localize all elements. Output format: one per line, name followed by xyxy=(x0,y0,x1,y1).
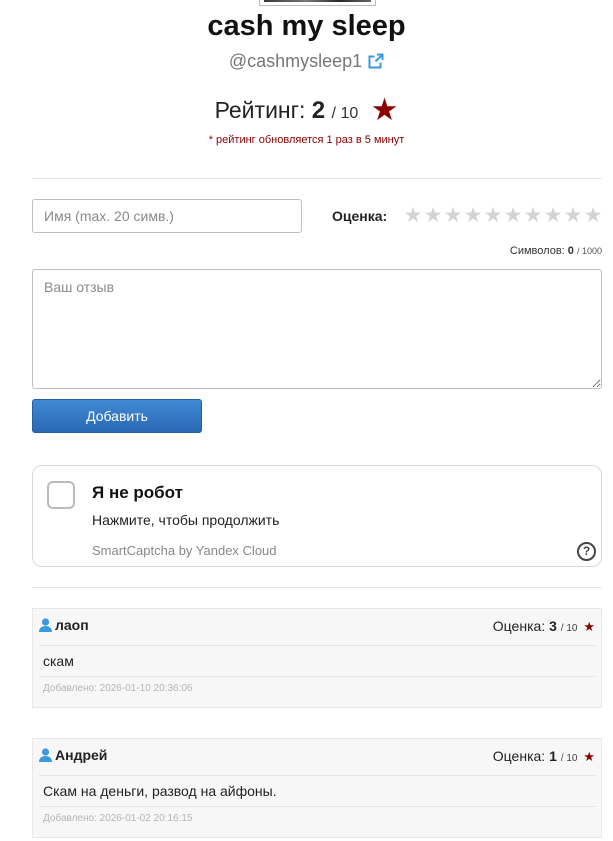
star-icon[interactable]: ★ xyxy=(463,204,483,228)
star-icon[interactable]: ★ xyxy=(583,204,603,228)
star-icon[interactable]: ★ xyxy=(503,204,523,228)
star-icon[interactable]: ★ xyxy=(443,204,463,228)
char-counter: Символов: 0 / 1000 xyxy=(510,245,602,257)
star-icon[interactable]: ★ xyxy=(423,204,443,228)
star-icon[interactable]: ★ xyxy=(523,204,543,228)
captcha-brand: SmartCaptcha by Yandex Cloud xyxy=(92,543,277,558)
review-textarea[interactable] xyxy=(32,269,602,389)
star-icon: ★ xyxy=(583,749,595,764)
captcha-title: Я не робот xyxy=(92,483,183,502)
rating-value: 2 xyxy=(311,97,326,124)
comment-score-max: / 10 xyxy=(560,753,578,764)
comment-card: Андрей Оценка: 1 / 10 ★ Скам на деньги, … xyxy=(32,738,602,838)
profile-avatar xyxy=(259,0,376,6)
captcha-subtitle: Нажмите, чтобы продолжить xyxy=(92,512,280,528)
comment-score-value: 1 xyxy=(549,748,557,764)
comment-separator xyxy=(39,645,595,646)
comment-score: Оценка: 1 / 10 ★ xyxy=(493,748,595,765)
smart-captcha: Я не робот Нажмите, чтобы продолжить Sma… xyxy=(32,465,602,567)
star-icon[interactable]: ★ xyxy=(543,204,563,228)
comment-author: Андрей xyxy=(39,747,107,763)
star-icon: ★ xyxy=(583,619,595,634)
comment-separator xyxy=(39,676,595,677)
comment-text: Скам на деньги, развод на айфоны. xyxy=(43,783,277,799)
comment-date: Добавлено: 2026-01-02 20:16:15 xyxy=(43,813,193,824)
score-label: Оценка: xyxy=(332,208,388,224)
comment-separator xyxy=(39,775,595,776)
user-icon xyxy=(39,748,52,762)
char-counter-value: 0 xyxy=(567,245,574,257)
comment-date: Добавлено: 2026-01-10 20:36:06 xyxy=(43,683,193,694)
star-icon[interactable]: ★ xyxy=(563,204,583,228)
star-icon: ★ xyxy=(370,92,399,127)
star-icon[interactable]: ★ xyxy=(483,204,503,228)
name-input[interactable] xyxy=(32,199,302,233)
comment-text: скам xyxy=(43,653,74,669)
divider xyxy=(32,587,602,588)
rating-note: * рейтинг обновляется 1 раз в 5 минут xyxy=(208,134,405,146)
comment-author-name: Андрей xyxy=(55,747,108,763)
comment-author-name: лаоп xyxy=(55,617,89,633)
profile-name: cash my sleep xyxy=(207,10,406,42)
comment-card: лаоп Оценка: 3 / 10 ★ скам Добавлено: 20… xyxy=(32,608,602,708)
star-rating-input[interactable]: ★ ★ ★ ★ ★ ★ ★ ★ ★ ★ xyxy=(403,204,603,228)
rating-max: / 10 xyxy=(331,105,359,122)
comment-score-label: Оценка: xyxy=(492,748,546,764)
comment-score: Оценка: 3 / 10 ★ xyxy=(493,618,595,635)
char-counter-max: / 1000 xyxy=(576,246,602,256)
comment-score-label: Оценка: xyxy=(492,618,546,634)
captcha-checkbox[interactable] xyxy=(47,481,75,509)
external-link-icon[interactable] xyxy=(368,53,384,74)
add-review-button[interactable]: Добавить xyxy=(32,399,202,433)
question-circle-icon[interactable]: ? xyxy=(577,542,596,561)
profile-handle-link[interactable]: @cashmysleep1 xyxy=(229,51,362,71)
comment-author: лаоп xyxy=(39,617,89,633)
char-counter-label: Символов: xyxy=(509,245,565,257)
comment-score-max: / 10 xyxy=(560,623,578,634)
comment-separator xyxy=(39,806,595,807)
profile-rating: Рейтинг: 2 / 10 ★ xyxy=(0,92,613,128)
divider xyxy=(32,178,602,179)
rating-label: Рейтинг: xyxy=(214,97,306,123)
star-icon[interactable]: ★ xyxy=(403,204,423,228)
comment-score-value: 3 xyxy=(549,618,557,634)
profile-handle-row: @cashmysleep1 xyxy=(0,51,613,74)
user-icon xyxy=(39,618,52,632)
